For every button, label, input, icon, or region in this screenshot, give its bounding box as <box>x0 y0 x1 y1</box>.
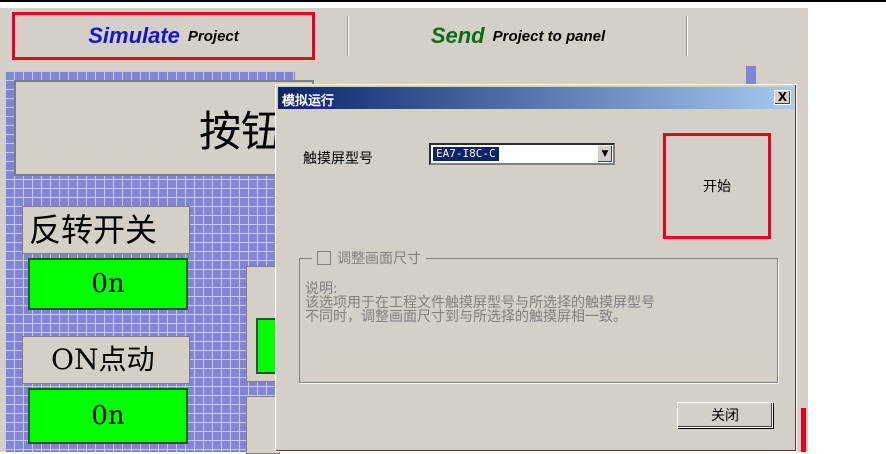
close-icon[interactable]: X <box>774 90 791 105</box>
top-border-line <box>0 0 886 2</box>
description-text: 说明: 该选项用于在工程文件触摸屏型号与所选择的触摸屏型号 不同时，调整画面尺寸… <box>305 281 655 325</box>
reverse-switch-button[interactable]: 0n <box>28 258 188 310</box>
title-panel: 按钮 <box>14 80 314 176</box>
send-label: Send <box>430 23 485 48</box>
model-label: 触摸屏型号 <box>303 151 373 167</box>
simulate-label: Simulate <box>88 23 180 48</box>
chevron-down-icon[interactable]: ▼ <box>597 145 613 163</box>
send-sublabel: Project to panel <box>492 27 606 45</box>
on-jog-button[interactable]: 0n <box>28 388 188 444</box>
simulate-dialog: 模拟运行 X 触摸屏型号 EA7-I8C-C ▼ 开始 调整画面尺寸 说明: 该… <box>275 84 797 452</box>
simulate-sublabel: Project <box>187 27 239 45</box>
dialog-titlebar: 模拟运行 X <box>278 87 794 109</box>
send-project-button[interactable]: Send Project to panel <box>352 12 684 60</box>
resize-checkbox-label: 调整画面尺寸 <box>337 251 421 267</box>
close-button[interactable]: 关闭 <box>677 402 773 428</box>
toolbar: Simulate Project Send Project to panel <box>0 8 808 66</box>
dialog-title: 模拟运行 <box>282 94 335 109</box>
red-highlight-edge <box>801 408 806 452</box>
toolbar-separator <box>686 16 688 56</box>
model-select-value: EA7-I8C-C <box>433 147 499 161</box>
toolbar-separator <box>347 16 349 56</box>
checkbox-icon[interactable] <box>317 251 331 265</box>
resize-groupbox: 调整画面尺寸 说明: 该选项用于在工程文件触摸屏型号与所选择的触摸屏型号 不同时… <box>299 248 778 383</box>
start-button[interactable]: 开始 <box>663 133 771 239</box>
simulate-project-button[interactable]: Simulate Project <box>12 12 315 60</box>
canvas-title: 按钮 <box>199 107 284 156</box>
on-jog-label: ON点动 <box>22 336 190 384</box>
reverse-switch-label: 反转开关 <box>22 206 190 254</box>
model-select[interactable]: EA7-I8C-C ▼ <box>429 143 615 165</box>
resize-legend: 调整画面尺寸 <box>312 248 426 268</box>
